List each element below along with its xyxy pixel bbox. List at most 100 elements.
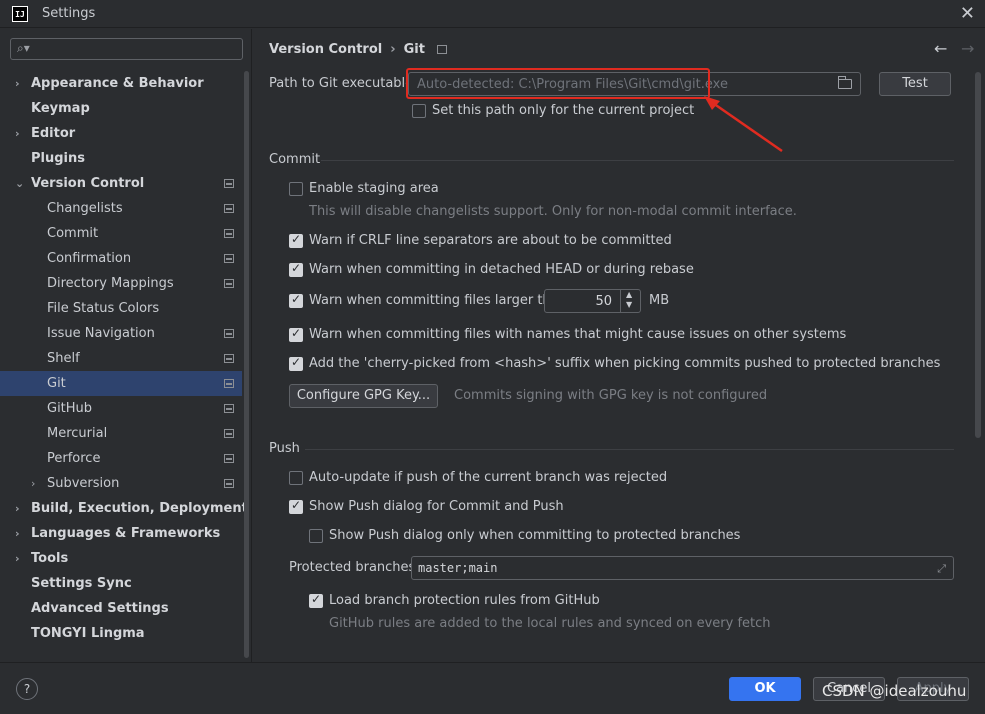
sidebar-item-label: Confirmation [47,251,132,266]
sidebar-item-confirmation[interactable]: Confirmation [0,246,242,271]
project-scope-icon [436,45,447,54]
file-size-unit: MB [649,293,670,308]
sidebar-item-issue-navigation[interactable]: Issue Navigation [0,321,242,346]
intellij-logo-icon: IJ [12,6,28,22]
chevron-right-icon[interactable]: › [15,121,20,146]
forward-arrow-icon[interactable]: → [961,39,974,58]
sidebar-item-label: Build, Execution, Deployment [31,501,248,516]
window-title: Settings [42,6,96,21]
sidebar-item-label: Editor [31,126,76,141]
project-scope-icon [224,204,234,213]
sidebar-item-label: File Status Colors [47,301,160,316]
file-size-stepper[interactable]: 50 [544,289,641,313]
test-button[interactable]: Test [879,72,951,96]
chevron-right-icon[interactable]: › [15,546,20,571]
cherry-pick-checkbox[interactable] [289,355,303,371]
auto-update-checkbox[interactable] [289,471,303,485]
chevron-right-icon[interactable]: › [31,471,35,496]
project-scope-icon [224,354,234,363]
sidebar-item-label: Subversion [47,476,120,491]
sidebar-item-github[interactable]: GitHub [0,396,242,421]
sidebar-item-label: GitHub [47,401,93,416]
sidebar-item-keymap[interactable]: Keymap [0,96,242,121]
close-icon[interactable]: ✕ [960,3,975,24]
expand-icon[interactable]: ⤢ [937,562,946,576]
path-only-project-checkbox[interactable] [412,104,426,118]
sidebar-item-advanced-settings[interactable]: Advanced Settings [0,596,242,621]
breadcrumb-parent[interactable]: Version Control [269,42,382,57]
sidebar-item-build-execution-deployment[interactable]: › Build, Execution, Deployment [0,496,248,521]
sidebar-item-file-status-colors[interactable]: File Status Colors [0,296,242,321]
staging-area-checkbox[interactable] [289,182,303,196]
ok-button[interactable]: OK [729,677,801,701]
push-section-title: Push [269,441,300,456]
sidebar-item-subversion[interactable]: › Subversion [0,471,242,496]
sidebar-item-label: Perforce [47,451,101,466]
crlf-label: Warn if CRLF line separators are about t… [309,233,672,248]
commit-section-title: Commit [269,152,321,167]
settings-search-input[interactable]: ⌕▾ [10,38,243,60]
help-icon[interactable]: ? [16,678,38,700]
project-scope-icon [224,479,234,488]
project-scope-icon [224,329,234,338]
load-protection-rules-label: Load branch protection rules from GitHub [329,593,600,608]
problematic-names-checkbox[interactable] [289,326,303,342]
sidebar-item-languages-frameworks[interactable]: › Languages & Frameworks [0,521,242,546]
sidebar-item-plugins[interactable]: Plugins [0,146,242,171]
sidebar-item-directory-mappings[interactable]: Directory Mappings [0,271,242,296]
sidebar-item-tongyi-lingma[interactable]: TONGYI Lingma [0,621,242,646]
sidebar-item-label: Version Control [31,176,145,191]
project-scope-icon [224,279,234,288]
project-scope-icon [224,379,234,388]
sidebar-item-label: Git [47,376,66,391]
protected-branches-input[interactable]: master;main ⤢ [411,556,954,580]
git-path-label: Path to Git executable: [269,76,418,91]
folder-icon[interactable] [838,76,852,89]
push-dialog-protected-checkbox[interactable] [309,529,323,543]
sidebar-item-git[interactable]: Git [0,371,242,396]
back-arrow-icon[interactable]: ← [934,39,947,58]
configure-gpg-button[interactable]: Configure GPG Key... [289,384,438,408]
sidebar-item-editor[interactable]: › Editor [0,121,242,146]
settings-tree: › Appearance & Behavior Keymap › Editor Plugi… [0,71,248,646]
path-only-project-label: Set this path only for the current proje… [432,103,695,118]
show-push-dialog-label: Show Push dialog for Commit and Push [309,499,564,514]
stepper-arrows-icon[interactable] [620,290,640,312]
sidebar-item-perforce[interactable]: Perforce [0,446,242,471]
sidebar-item-mercurial[interactable]: Mercurial [0,421,242,446]
sidebar-scrollbar[interactable] [244,71,249,658]
gpg-status-hint: Commits signing with GPG key is not conf… [454,388,768,403]
sidebar-item-tools[interactable]: › Tools [0,546,242,571]
sidebar-item-changelists[interactable]: Changelists [0,196,242,221]
commit-section-divider [321,160,954,161]
settings-content: Version Control › Git ← → Path to Git exec… [253,29,985,662]
load-protection-rules-checkbox[interactable] [309,592,323,608]
project-scope-icon [224,179,234,188]
breadcrumb: Version Control › Git [269,42,447,57]
sidebar-item-version-control[interactable]: ⌄ Version Control [0,171,242,196]
sidebar-item-appearance-behavior[interactable]: › Appearance & Behavior [0,71,242,96]
chevron-right-icon[interactable]: › [15,521,20,546]
sidebar-item-label: Mercurial [47,426,108,441]
detached-head-checkbox[interactable] [289,261,303,277]
crlf-checkbox[interactable] [289,232,303,248]
chevron-right-icon[interactable]: › [15,496,20,521]
push-dialog-protected-label: Show Push dialog only when committing to… [329,528,741,543]
sidebar-item-label: Shelf [47,351,80,366]
chevron-right-icon[interactable]: › [15,71,20,96]
sidebar-item-settings-sync[interactable]: Settings Sync [0,571,242,596]
sidebar-item-commit[interactable]: Commit [0,221,242,246]
breadcrumb-current: Git [403,42,425,57]
chevron-down-icon[interactable]: ⌄ [15,171,24,196]
content-scrollbar[interactable] [975,72,981,438]
project-scope-icon [224,229,234,238]
file-size-value: 50 [595,294,612,309]
large-files-label: Warn when committing files larger than [309,293,567,308]
sidebar-item-label: Languages & Frameworks [31,526,221,541]
sidebar-item-shelf[interactable]: Shelf [0,346,242,371]
sidebar-item-label: Advanced Settings [31,601,169,616]
title-bar: IJ Settings ✕ [0,0,985,28]
push-section-divider [305,449,954,450]
show-push-dialog-checkbox[interactable] [289,498,303,514]
large-files-checkbox[interactable] [289,292,303,308]
